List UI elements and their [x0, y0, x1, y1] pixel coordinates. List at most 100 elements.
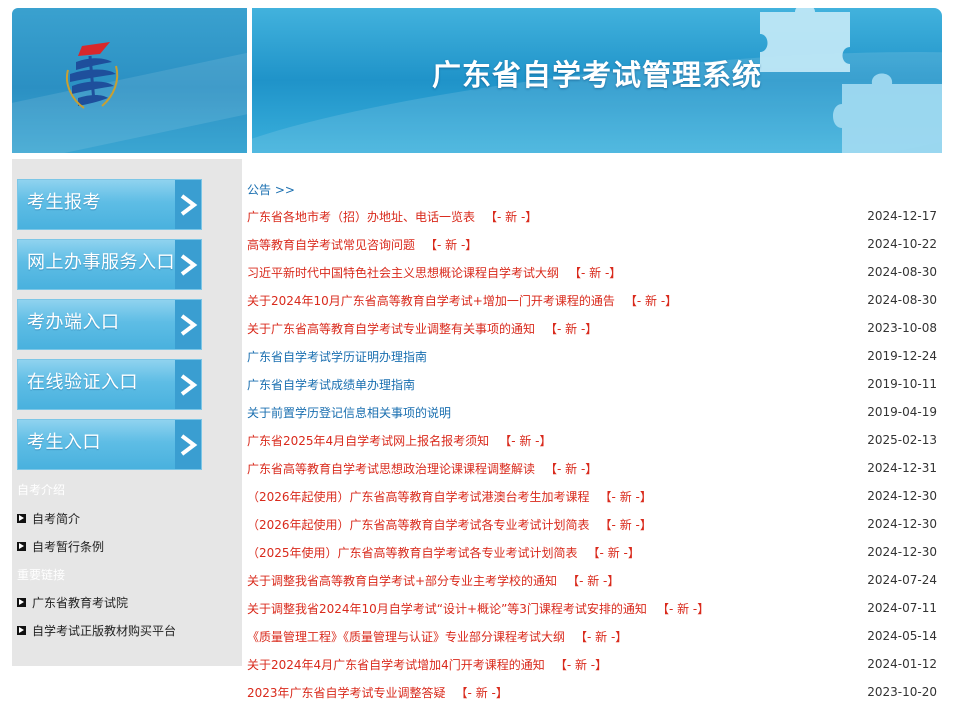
notice-title-link[interactable]: 关于调整我省2024年10月自学考试“设计+概论”等3门课程考试安排的通知 — [247, 602, 647, 616]
chevron-right-icon — [175, 300, 201, 349]
notice-date: 2024-01-12 — [867, 657, 937, 671]
button-label: 考生报考 — [27, 192, 101, 213]
notice-row: 2023年广东省自学考试专业调整答疑 【- 新 -】 2023-10-20 — [247, 678, 937, 706]
button-label: 网上办事服务入口 — [27, 252, 175, 273]
notice-date: 2024-12-17 — [867, 209, 937, 223]
notice-title-link[interactable]: 习近平新时代中国特色社会主义思想概论课程自学考试大纲 — [247, 266, 559, 280]
sidebar-button-online-verification[interactable]: 在线验证入口 — [17, 359, 202, 410]
sidebar-link-regulations[interactable]: 自考暂行条例 — [17, 538, 104, 555]
sidebar-link-exam-authority[interactable]: 广东省教育考试院 — [17, 594, 128, 611]
notice-title-link[interactable]: 关于广东省高等教育自学考试专业调整有关事项的通知 — [247, 322, 535, 336]
notice-date: 2024-08-30 — [867, 265, 937, 279]
new-badge: 【- 新 -】 — [599, 489, 652, 504]
notice-title-link[interactable]: （2025年使用）广东省高等教育自学考试各专业考试计划简表 — [247, 546, 578, 560]
sidebar-button-online-service[interactable]: 网上办事服务入口 — [17, 239, 202, 290]
notice-date: 2019-10-11 — [867, 377, 937, 391]
notice-title-group: 《质量管理工程》《质量管理与认证》专业部分课程考试大纲 【- 新 -】 — [247, 628, 627, 645]
link-label: 自考简介 — [32, 512, 81, 526]
notice-title-link[interactable]: 关于2024年4月广东省自学考试增加4门开考课程的通知 — [247, 658, 545, 672]
notice-date: 2024-12-30 — [867, 489, 937, 503]
notice-title-link[interactable]: 广东省自学考试成绩单办理指南 — [247, 378, 415, 392]
notice-title-group: 广东省自学考试学历证明办理指南 — [247, 348, 427, 365]
notice-title-group: （2026年起使用）广东省高等教育自学考试港澳台考生加考课程 【- 新 -】 — [247, 488, 652, 505]
notice-row: 关于2024年10月广东省高等教育自学考试+增加一门开考课程的通告 【- 新 -】… — [247, 286, 937, 314]
notice-title-link[interactable]: 2023年广东省自学考试专业调整答疑 — [247, 686, 446, 700]
notice-row: 广东省各地市考（招）办地址、电话一览表 【- 新 -】 2024-12-17 — [247, 202, 937, 230]
sidebar: 考生报考 网上办事服务入口 考办端入口 在线验证入口 考生入口 自考介绍 自考简… — [12, 159, 242, 666]
notice-date: 2024-12-30 — [867, 545, 937, 559]
notice-list: 广东省各地市考（招）办地址、电话一览表 【- 新 -】 2024-12-17 高等教育… — [247, 202, 937, 706]
notice-title-group: 关于广东省高等教育自学考试专业调整有关事项的通知 【- 新 -】 — [247, 320, 597, 337]
sidebar-button-exam-registration[interactable]: 考生报考 — [17, 179, 202, 230]
new-badge: 【- 新 -】 — [567, 573, 620, 588]
notice-title-group: 关于调整我省2024年10月自学考试“设计+概论”等3门课程考试安排的通知 【- … — [247, 600, 709, 617]
puzzle-piece-icon — [833, 73, 942, 153]
notice-date: 2024-07-24 — [867, 573, 937, 587]
button-label: 考生入口 — [27, 432, 101, 453]
notice-title-group: （2025年使用）广东省高等教育自学考试各专业考试计划简表 【- 新 -】 — [247, 544, 640, 561]
notice-title-group: 高等教育自学考试常见咨询问题 【- 新 -】 — [247, 236, 477, 253]
sidebar-button-office-portal[interactable]: 考办端入口 — [17, 299, 202, 350]
new-badge: 【- 新 -】 — [425, 237, 478, 252]
notice-title-link[interactable]: 广东省各地市考（招）办地址、电话一览表 — [247, 210, 475, 224]
notice-row: 广东省自学考试学历证明办理指南 2019-12-24 — [247, 342, 937, 370]
page-header: 广东省自学考试管理系统 — [12, 8, 942, 153]
notice-date: 2024-07-11 — [867, 601, 937, 615]
sidebar-button-candidate-portal[interactable]: 考生入口 — [17, 419, 202, 470]
notice-title-link[interactable]: （2026年起使用）广东省高等教育自学考试各专业考试计划简表 — [247, 518, 590, 532]
notice-title-link[interactable]: 广东省自学考试学历证明办理指南 — [247, 350, 427, 364]
notice-title-group: 习近平新时代中国特色社会主义思想概论课程自学考试大纲 【- 新 -】 — [247, 264, 621, 281]
notice-title-link[interactable]: 广东省高等教育自学考试思想政治理论课课程调整解读 — [247, 462, 535, 476]
notice-title-link[interactable]: 广东省2025年4月自学考试网上报名报考须知 — [247, 434, 489, 448]
sidebar-link-intro[interactable]: 自考简介 — [17, 510, 80, 527]
new-badge: 【- 新 -】 — [545, 461, 598, 476]
links-heading: 重要链接 — [17, 568, 66, 582]
notice-title-group: 广东省自学考试成绩单办理指南 — [247, 376, 415, 393]
notice-row: 习近平新时代中国特色社会主义思想概论课程自学考试大纲 【- 新 -】 2024-08… — [247, 258, 937, 286]
arrow-bullet-icon — [17, 626, 26, 635]
notice-title-link[interactable]: 关于前置学历登记信息相关事项的说明 — [247, 406, 451, 420]
new-badge: 【- 新 -】 — [485, 209, 538, 224]
sidebar-link-textbook-store[interactable]: 自学考试正版教材购买平台 — [17, 622, 176, 639]
notice-row: 广东省2025年4月自学考试网上报名报考须知 【- 新 -】 2025-02-13 — [247, 426, 937, 454]
new-badge: 【- 新 -】 — [545, 321, 598, 336]
chevron-right-icon — [175, 420, 201, 469]
notice-heading-link[interactable]: 公告 >> — [247, 181, 295, 198]
notice-row: 关于前置学历登记信息相关事项的说明 2019-04-19 — [247, 398, 937, 426]
notice-title-link[interactable]: （2026年起使用）广东省高等教育自学考试港澳台考生加考课程 — [247, 490, 590, 504]
notice-row: 关于调整我省高等教育自学考试+部分专业主考学校的通知 【- 新 -】 2024-07… — [247, 566, 937, 594]
notice-row: 关于广东省高等教育自学考试专业调整有关事项的通知 【- 新 -】 2023-10-0… — [247, 314, 937, 342]
notice-date: 2024-12-31 — [867, 461, 937, 475]
notice-date: 2024-05-14 — [867, 629, 937, 643]
notice-title-group: 广东省2025年4月自学考试网上报名报考须知 【- 新 -】 — [247, 432, 551, 449]
new-badge: 【- 新 -】 — [554, 657, 608, 672]
notice-date: 2024-12-30 — [867, 517, 937, 531]
notice-title-group: 广东省各地市考（招）办地址、电话一览表 【- 新 -】 — [247, 208, 537, 225]
notice-title-group: 关于调整我省高等教育自学考试+部分专业主考学校的通知 【- 新 -】 — [247, 572, 619, 589]
link-label: 自学考试正版教材购买平台 — [32, 624, 177, 638]
notice-row: （2026年起使用）广东省高等教育自学考试各专业考试计划简表 【- 新 -】 202… — [247, 510, 937, 538]
notice-title-group: （2026年起使用）广东省高等教育自学考试各专业考试计划简表 【- 新 -】 — [247, 516, 652, 533]
notice-title-group: 广东省高等教育自学考试思想政治理论课课程调整解读 【- 新 -】 — [247, 460, 597, 477]
arrow-bullet-icon — [17, 514, 26, 523]
link-label: 广东省教育考试院 — [32, 596, 129, 610]
link-label: 自考暂行条例 — [32, 540, 105, 554]
notice-title-link[interactable]: 高等教育自学考试常见咨询问题 — [247, 238, 415, 252]
exam-authority-logo-icon — [66, 42, 119, 109]
system-title: 广东省自学考试管理系统 — [432, 58, 763, 92]
notice-row: （2026年起使用）广东省高等教育自学考试港澳台考生加考课程 【- 新 -】 202… — [247, 482, 937, 510]
notice-date: 2023-10-20 — [867, 685, 937, 699]
puzzle-piece-icon — [760, 8, 850, 72]
notice-date: 2019-04-19 — [867, 405, 937, 419]
notice-title-link[interactable]: 《质量管理工程》《质量管理与认证》专业部分课程考试大纲 — [247, 630, 565, 644]
notice-date: 2019-12-24 — [867, 349, 937, 363]
notice-row: （2025年使用）广东省高等教育自学考试各专业考试计划简表 【- 新 -】 2024… — [247, 538, 937, 566]
logo-panel — [12, 8, 247, 153]
header-banner: 广东省自学考试管理系统 — [252, 8, 942, 153]
notice-title-link[interactable]: 关于调整我省高等教育自学考试+部分专业主考学校的通知 — [247, 574, 557, 588]
notice-row: 高等教育自学考试常见咨询问题 【- 新 -】 2024-10-22 — [247, 230, 937, 258]
new-badge: 【- 新 -】 — [624, 293, 678, 308]
notice-title-link[interactable]: 关于2024年10月广东省高等教育自学考试+增加一门开考课程的通告 — [247, 294, 615, 308]
arrow-bullet-icon — [17, 542, 26, 551]
button-label: 在线验证入口 — [27, 372, 138, 393]
